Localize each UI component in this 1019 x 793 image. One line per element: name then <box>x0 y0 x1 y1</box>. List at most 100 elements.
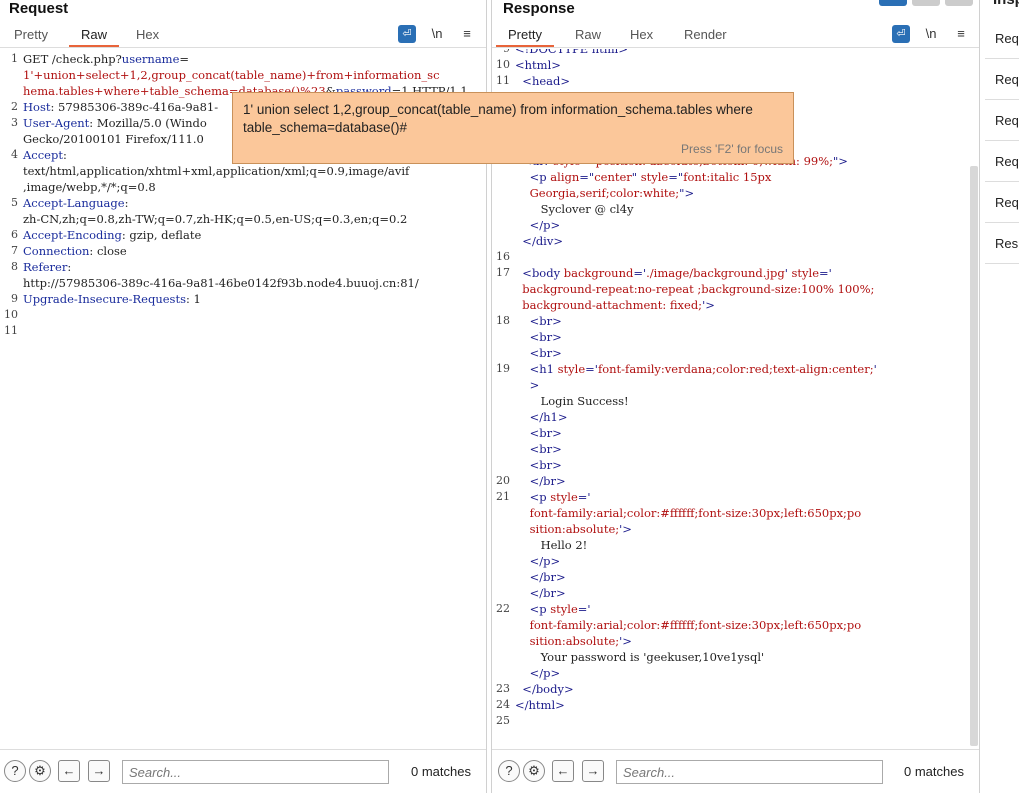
code-text: Upgrade-Insecure-Requests: 1 <box>23 292 201 306</box>
code-line: 24 </html> <box>492 698 979 714</box>
code-text: <br> <box>515 330 562 344</box>
code-text: > <box>515 378 540 392</box>
line-number: 16 <box>496 250 510 263</box>
code-line: </p> <box>492 554 979 570</box>
code-text: <p style=' <box>515 602 591 616</box>
previous-match-button[interactable]: ← <box>58 760 80 782</box>
code-text: ,image/webp,*/*;q=0.8 <box>23 180 156 194</box>
response-tab-render[interactable]: Render <box>684 27 727 42</box>
inspector-item[interactable]: Req <box>985 59 1019 100</box>
help-icon[interactable]: ? <box>498 760 520 782</box>
layout-split-icon[interactable] <box>879 0 907 6</box>
layout-vertical-icon[interactable] <box>945 0 973 6</box>
code-text: Login Success! <box>515 394 629 408</box>
request-tab-pretty[interactable]: Pretty <box>14 27 48 42</box>
code-line: 16 <box>492 250 979 266</box>
wrap-toggle-icon[interactable]: ⏎ <box>892 25 910 43</box>
code-line: Syclover @ cl4y <box>492 202 979 218</box>
inspector-item[interactable]: Resp <box>985 223 1019 264</box>
code-text: <h1 style='font-family:verdana;color:red… <box>515 362 877 376</box>
code-line: 6 Accept-Encoding: gzip, deflate <box>0 228 486 244</box>
newline-toggle-button[interactable]: \n <box>428 25 446 43</box>
code-text: GET /check.php?username= <box>23 52 190 66</box>
settings-gear-icon[interactable]: ⚙ <box>523 760 545 782</box>
code-line: Login Success! <box>492 394 979 410</box>
line-number: 22 <box>496 602 510 615</box>
code-text: background-repeat:no-repeat ;background-… <box>515 282 875 296</box>
line-number: 17 <box>496 266 510 279</box>
code-text: </h1> <box>515 410 568 424</box>
code-line: </div> <box>492 234 979 250</box>
code-text: Connection: close <box>23 244 127 258</box>
code-text: zh-CN,zh;q=0.8,zh-TW;q=0.7,zh-HK;q=0.5,e… <box>23 212 408 226</box>
line-number: 21 <box>496 490 510 503</box>
response-tab-hex[interactable]: Hex <box>630 27 653 42</box>
code-line: http://57985306-389c-416a-9a81-46be0142f… <box>0 276 486 292</box>
menu-icon[interactable]: ≡ <box>952 25 970 43</box>
request-tab-hex[interactable]: Hex <box>136 27 159 42</box>
code-text: 1'+union+select+1,2,group_concat(table_n… <box>23 68 440 82</box>
line-number: 5 <box>11 196 18 209</box>
code-text: background-attachment: fixed;'> <box>515 298 715 312</box>
code-line: 9 <!DOCTYPE html> <box>492 49 979 58</box>
code-line: 11 <box>0 324 486 340</box>
settings-gear-icon[interactable]: ⚙ <box>29 760 51 782</box>
request-search-input[interactable]: Search... <box>122 760 389 784</box>
code-text: <p style=' <box>515 490 591 504</box>
code-line: 17 <body background='./image/background.… <box>492 266 979 282</box>
code-line: 9 Upgrade-Insecure-Requests: 1 <box>0 292 486 308</box>
next-match-button[interactable]: → <box>88 760 110 782</box>
newline-toggle-button[interactable]: \n <box>922 25 940 43</box>
wrap-toggle-icon[interactable]: ⏎ <box>398 25 416 43</box>
code-text: Host: 57985306-389c-416a-9a81- <box>23 100 219 114</box>
code-line: 19 <h1 style='font-family:verdana;color:… <box>492 362 979 378</box>
code-text: font-family:arial;color:#ffffff;font-siz… <box>515 506 862 520</box>
code-text: </body> <box>515 682 574 696</box>
inspector-item[interactable]: Req <box>985 141 1019 182</box>
layout-horizontal-icon[interactable] <box>912 0 940 6</box>
code-text: </br> <box>515 586 566 600</box>
code-text: </html> <box>515 698 565 712</box>
request-matches-count: 0 matches <box>411 764 471 779</box>
code-text: Georgia,serif;color:white;"> <box>515 186 695 200</box>
line-number: 6 <box>11 228 18 241</box>
code-line: 18 <br> <box>492 314 979 330</box>
response-tab-raw[interactable]: Raw <box>575 27 601 42</box>
code-text: <!DOCTYPE html> <box>515 49 629 56</box>
code-text: <br> <box>515 426 562 440</box>
code-text: <body background='./image/background.jpg… <box>515 266 832 280</box>
inspector-item[interactable]: Req <box>985 182 1019 223</box>
code-text: font-family:arial;color:#ffffff;font-siz… <box>515 618 862 632</box>
line-number: 7 <box>11 244 18 257</box>
line-number: 10 <box>496 58 510 71</box>
code-text: </br> <box>515 570 566 584</box>
code-line: </br> <box>492 570 979 586</box>
response-tab-pretty[interactable]: Pretty <box>496 27 554 47</box>
inspector-item[interactable]: Req <box>985 100 1019 141</box>
code-line: 1 GET /check.php?username= <box>0 52 486 68</box>
response-title: Response <box>503 0 575 17</box>
previous-match-button[interactable]: ← <box>552 760 574 782</box>
menu-icon[interactable]: ≡ <box>458 25 476 43</box>
response-search-input[interactable]: Search... <box>616 760 883 784</box>
code-text: <head> <box>515 74 571 88</box>
response-scrollbar[interactable] <box>970 166 978 746</box>
next-match-button[interactable]: → <box>582 760 604 782</box>
code-line: sition:absolute;'> <box>492 522 979 538</box>
request-title: Request <box>9 0 69 17</box>
code-text: http://57985306-389c-416a-9a81-46be0142f… <box>23 276 419 290</box>
code-line: 8 Referer: <box>0 260 486 276</box>
code-text: <br> <box>515 314 562 328</box>
code-text: Accept: <box>23 148 67 162</box>
inspector-item[interactable]: Req <box>985 18 1019 59</box>
code-line: <p align="center" style="font:italic 15p… <box>492 170 979 186</box>
code-text: Syclover @ cl4y <box>515 202 634 216</box>
line-number: 11 <box>496 74 510 87</box>
code-text: <br> <box>515 458 562 472</box>
line-number: 19 <box>496 362 510 375</box>
code-line: font-family:arial;color:#ffffff;font-siz… <box>492 618 979 634</box>
request-tab-raw[interactable]: Raw <box>68 27 120 47</box>
help-icon[interactable]: ? <box>4 760 26 782</box>
code-line: ,image/webp,*/*;q=0.8 <box>0 180 486 196</box>
code-line: <br> <box>492 346 979 362</box>
